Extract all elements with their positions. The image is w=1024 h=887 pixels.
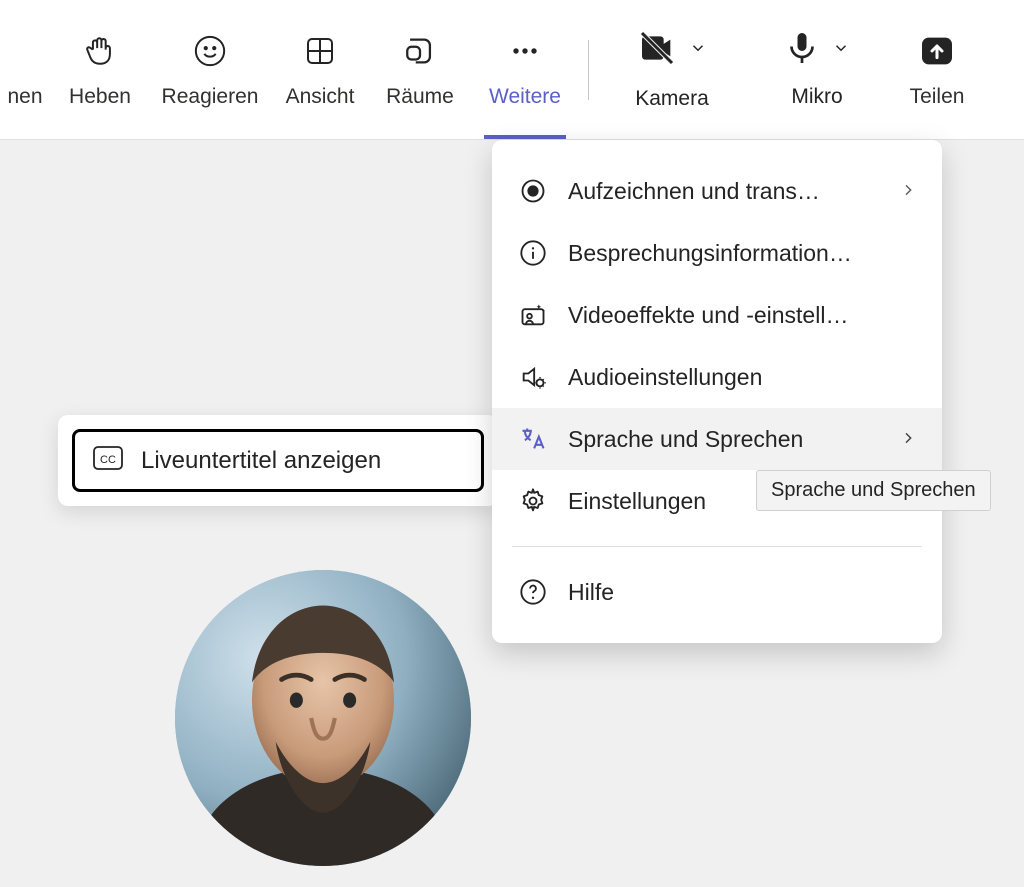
- menu-item-audio-settings[interactable]: Audioeinstellungen: [492, 346, 942, 408]
- mic-icon: [784, 30, 820, 71]
- toolbar-item-truncated[interactable]: nen: [0, 0, 50, 139]
- toolbar-item-rooms[interactable]: Räume: [370, 0, 470, 139]
- toolbar-item-share[interactable]: Teilen: [887, 0, 987, 139]
- meeting-toolbar: nen Heben Reagieren Ansicht: [0, 0, 1024, 140]
- chevron-right-icon: [900, 426, 916, 452]
- menu-label: Videoeffekte und -einstell…: [568, 302, 916, 329]
- more-menu: Aufzeichnen und trans… Besprechungsinfor…: [492, 140, 942, 643]
- toolbar-item-camera[interactable]: Kamera: [597, 0, 747, 139]
- toolbar-item-raise-hand[interactable]: Heben: [50, 0, 150, 139]
- hand-icon: [83, 31, 117, 71]
- toolbar-label: Ansicht: [286, 85, 355, 109]
- grid-icon: [304, 31, 336, 71]
- menu-item-record[interactable]: Aufzeichnen und trans…: [492, 160, 942, 222]
- toolbar-label: Räume: [386, 85, 454, 109]
- language-submenu: CC Liveuntertitel anzeigen: [58, 415, 498, 506]
- rooms-icon: [403, 31, 437, 71]
- tooltip: Sprache und Sprechen: [756, 470, 991, 511]
- participant-avatar: [175, 570, 471, 866]
- meeting-stage: CC Liveuntertitel anzeigen Aufzeichnen u…: [0, 140, 1024, 887]
- toolbar-label: Mikro: [791, 85, 842, 109]
- menu-item-video-effects[interactable]: Videoeffekte und -einstell…: [492, 284, 942, 346]
- video-effects-icon: [518, 300, 548, 330]
- help-icon: [518, 577, 548, 607]
- tooltip-text: Sprache und Sprechen: [771, 479, 976, 501]
- toolbar-item-more[interactable]: Weitere: [470, 0, 580, 139]
- chevron-right-icon: [900, 178, 916, 204]
- record-icon: [518, 176, 548, 206]
- toolbar-divider: [588, 40, 589, 100]
- share-icon: [917, 31, 957, 71]
- menu-item-meeting-info[interactable]: Besprechungsinformation…: [492, 222, 942, 284]
- menu-item-live-captions[interactable]: CC Liveuntertitel anzeigen: [72, 429, 484, 492]
- speaker-gear-icon: [518, 362, 548, 392]
- chevron-down-icon[interactable]: [832, 39, 850, 63]
- svg-text:CC: CC: [100, 454, 116, 466]
- toolbar-item-mic[interactable]: Mikro: [747, 0, 887, 139]
- toolbar-label: Kamera: [635, 87, 709, 111]
- camera-off-icon: [637, 28, 677, 73]
- toolbar-item-view[interactable]: Ansicht: [270, 0, 370, 139]
- toolbar-item-react[interactable]: Reagieren: [150, 0, 270, 139]
- toolbar-label: Teilen: [910, 85, 965, 109]
- menu-separator: [512, 546, 922, 547]
- toolbar-label: Heben: [69, 85, 131, 109]
- menu-label: Besprechungsinformation…: [568, 240, 916, 267]
- smile-icon: [193, 31, 227, 71]
- chevron-down-icon[interactable]: [689, 39, 707, 63]
- cc-icon: CC: [93, 446, 123, 475]
- toolbar-label: Reagieren: [162, 85, 259, 109]
- menu-label: Hilfe: [568, 579, 916, 606]
- language-icon: [518, 424, 548, 454]
- toolbar-label: nen: [7, 85, 42, 109]
- toolbar-label: Weitere: [489, 85, 561, 109]
- menu-label: Audioeinstellungen: [568, 364, 916, 391]
- menu-item-language-speech[interactable]: Sprache und Sprechen: [492, 408, 942, 470]
- menu-label: Sprache und Sprechen: [568, 426, 880, 453]
- info-icon: [518, 238, 548, 268]
- dots-icon: [507, 31, 543, 71]
- gear-icon: [518, 486, 548, 516]
- menu-label: Aufzeichnen und trans…: [568, 178, 880, 205]
- menu-item-help[interactable]: Hilfe: [492, 561, 942, 623]
- menu-label: Liveuntertitel anzeigen: [141, 447, 381, 475]
